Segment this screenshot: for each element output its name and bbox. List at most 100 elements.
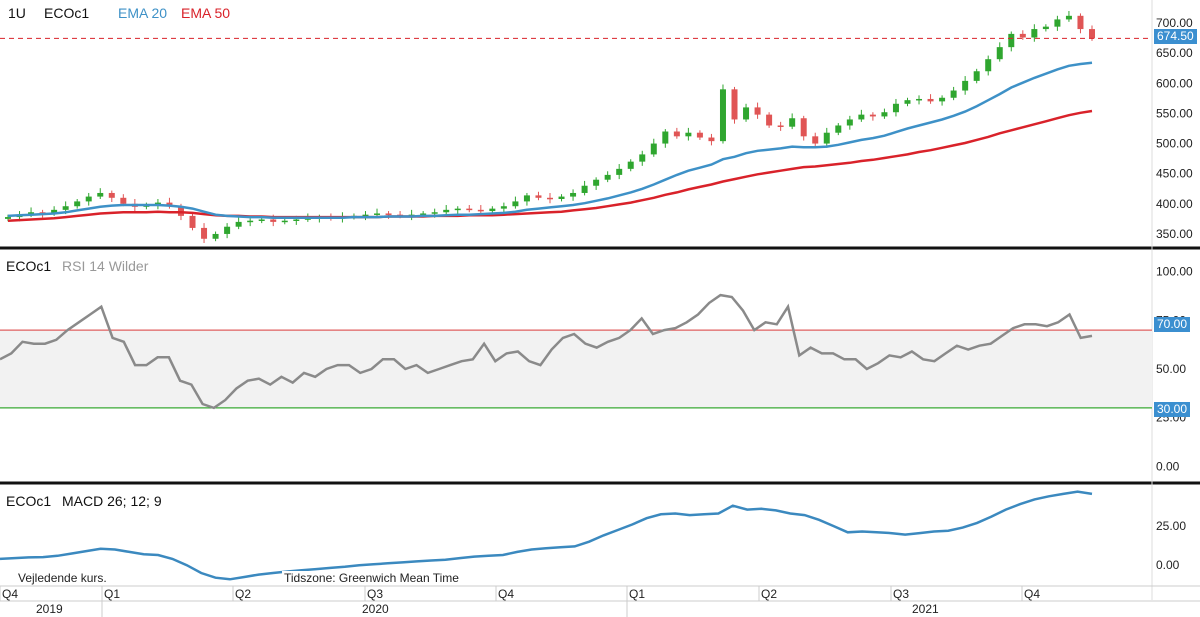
candle	[558, 196, 565, 199]
candle	[477, 209, 484, 212]
candle	[62, 206, 69, 210]
macd-line	[0, 490, 1093, 581]
candle	[766, 114, 773, 126]
y-tick-label: 400.00	[1156, 197, 1193, 211]
y-tick-label: 25.00	[1156, 519, 1186, 533]
y-tick-label: 50.00	[1156, 362, 1186, 376]
rsi-legend[interactable]: RSI 14 Wilder	[62, 258, 148, 274]
timezone-note: Tidszone: Greenwich Mean Time	[282, 571, 461, 585]
candle	[1019, 33, 1026, 38]
candle	[789, 118, 796, 127]
year-label: 2020	[362, 602, 389, 616]
y-tick-label: 100.00	[1156, 265, 1193, 279]
price-note: Vejledende kurs.	[16, 571, 109, 585]
year-label: 2019	[36, 602, 63, 616]
quarter-label: Q2	[761, 587, 777, 601]
candle	[950, 90, 957, 98]
candle	[74, 201, 81, 207]
candle	[708, 137, 715, 142]
chart-canvas: 700.00 650.00 600.00 550.00 500.00 450.00 400.…	[0, 0, 1200, 617]
ema50-legend[interactable]: EMA 50	[181, 5, 230, 21]
rsi-symbol-label: ECOc1	[6, 258, 52, 274]
candle	[916, 98, 923, 101]
candle	[466, 208, 473, 211]
candle	[869, 114, 876, 117]
candle	[904, 100, 911, 104]
candle	[1065, 15, 1072, 20]
year-label: 2021	[912, 602, 939, 616]
candle	[385, 213, 392, 215]
candle	[247, 220, 254, 223]
candle	[85, 196, 92, 202]
candle	[454, 208, 461, 211]
candle	[881, 112, 888, 117]
candle	[996, 47, 1003, 60]
candle	[212, 233, 219, 239]
candle	[685, 132, 692, 137]
y-tick-label: 600.00	[1156, 76, 1193, 90]
candle	[719, 89, 726, 142]
quarter-label: Q4	[1024, 587, 1040, 601]
candle	[892, 103, 899, 113]
candle	[108, 192, 115, 198]
quarter-label: Q4	[498, 587, 514, 601]
interval-label[interactable]: 1U	[8, 5, 26, 21]
candle	[500, 206, 507, 209]
candle	[1089, 29, 1095, 39]
candle	[1054, 19, 1061, 27]
quarter-label: Q1	[629, 587, 645, 601]
macd-symbol-label: ECOc1	[6, 493, 52, 509]
y-tick-label: 350.00	[1156, 227, 1193, 241]
rsi-band	[0, 330, 1152, 408]
candle	[627, 161, 634, 169]
rsi-70-tag: 70.00	[1154, 317, 1191, 332]
candle	[662, 131, 669, 144]
candle	[5, 217, 11, 219]
candle	[189, 215, 196, 228]
candle	[1042, 26, 1049, 30]
candle	[201, 227, 208, 239]
y-tick-label: 0.00	[1156, 459, 1180, 473]
candle	[927, 98, 934, 102]
candle	[823, 132, 830, 144]
candle	[570, 192, 577, 197]
candle	[535, 195, 542, 198]
y-tick-label: 550.00	[1156, 106, 1193, 120]
candle	[581, 185, 588, 193]
candle	[443, 209, 450, 213]
candle	[616, 168, 623, 175]
candle	[639, 154, 646, 162]
candle	[235, 221, 242, 227]
candle	[1031, 29, 1038, 38]
candle	[489, 208, 496, 212]
candle	[846, 119, 853, 126]
y-tick-label: 450.00	[1156, 167, 1193, 181]
candle	[777, 125, 784, 127]
candle	[97, 192, 104, 197]
candle	[547, 197, 553, 200]
candle	[858, 114, 865, 120]
candle	[650, 143, 657, 155]
candle	[270, 219, 277, 222]
candle	[973, 71, 980, 81]
candle	[731, 89, 738, 120]
candle	[431, 212, 438, 214]
candle	[512, 201, 519, 207]
candle	[374, 213, 381, 215]
candle	[281, 220, 288, 223]
candle	[812, 136, 819, 144]
candle	[593, 179, 600, 186]
symbol-label[interactable]: ECOc1	[44, 5, 89, 21]
y-tick-label: 0.00	[1156, 558, 1180, 572]
candle	[673, 131, 680, 137]
candle	[835, 125, 842, 133]
quarter-label: Q4	[2, 587, 18, 601]
candle	[939, 97, 946, 102]
ema20-legend[interactable]: EMA 20	[118, 5, 167, 21]
quarter-label: Q1	[104, 587, 120, 601]
y-tick-label: 700.00	[1156, 16, 1193, 30]
macd-legend[interactable]: MACD 26; 12; 9	[62, 493, 162, 509]
candle	[120, 197, 127, 204]
candle	[293, 219, 300, 221]
candle	[985, 59, 992, 72]
